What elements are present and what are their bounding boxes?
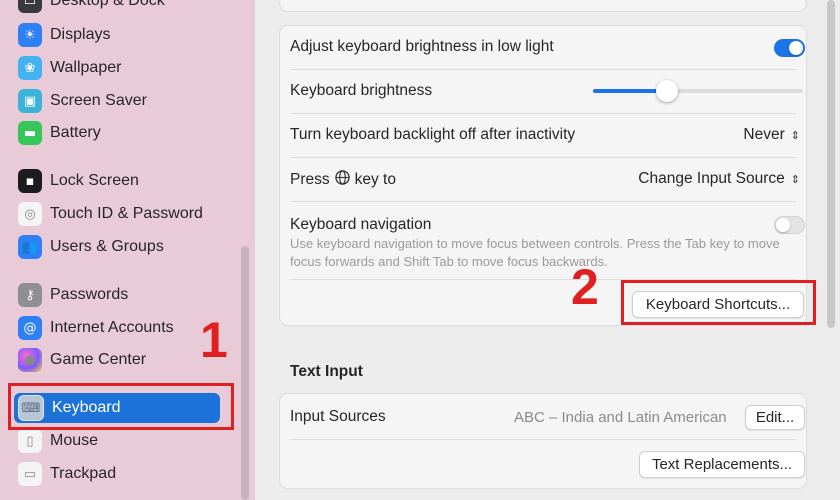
press-key-label: Press key to xyxy=(290,170,396,190)
adjust-brightness-toggle[interactable] xyxy=(774,39,805,57)
sidebar-scrollbar[interactable] xyxy=(241,246,249,500)
passwords-icon: ⚷ xyxy=(18,283,42,307)
keyboard-brightness-label: Keyboard brightness xyxy=(290,82,433,99)
sidebar-item-displays[interactable]: ☀ Displays xyxy=(18,20,228,50)
internet-accounts-icon: @ xyxy=(18,316,42,340)
backlight-off-label: Turn keyboard backlight off after inacti… xyxy=(290,126,576,143)
sidebar-item-label: Displays xyxy=(50,26,111,43)
press-key-row: Press key to Change Input Source ⇕ xyxy=(280,158,806,201)
step-1-callout: 1 xyxy=(200,312,228,368)
backlight-off-row: Turn keyboard backlight off after inacti… xyxy=(280,114,806,157)
users-groups-icon: 👥 xyxy=(18,235,42,259)
shortcuts-highlight-box xyxy=(621,280,816,325)
step-2-callout: 2 xyxy=(571,259,599,315)
adjust-brightness-label: Adjust keyboard brightness in low light xyxy=(290,38,554,55)
lock-screen-icon: ▪ xyxy=(18,169,42,193)
touch-id-icon: ◎ xyxy=(18,202,42,226)
sidebar-item-label: Game Center xyxy=(50,351,147,368)
sidebar-item-internet-accounts[interactable]: @ Internet Accounts xyxy=(18,313,228,343)
adjust-brightness-row: Adjust keyboard brightness in low light xyxy=(280,26,806,69)
sidebar-item-label: Touch ID & Password xyxy=(50,205,203,222)
sidebar-item-game-center[interactable]: ● Game Center xyxy=(18,345,228,375)
divider xyxy=(290,439,796,440)
sidebar-item-label: Lock Screen xyxy=(50,172,139,189)
sidebar-item-label: Passwords xyxy=(50,286,129,303)
up-down-chevron-icon: ⇕ xyxy=(790,128,800,142)
desktop-dock-icon: ▭ xyxy=(18,0,42,13)
press-key-popup[interactable]: Change Input Source ⇕ xyxy=(638,170,800,188)
globe-icon xyxy=(334,170,350,190)
sidebar-item-label: Mouse xyxy=(50,432,99,449)
keyboard-navigation-toggle[interactable] xyxy=(774,216,805,234)
mouse-icon: ▯ xyxy=(18,429,42,453)
screen-saver-icon: ▣ xyxy=(18,89,42,113)
sidebar-item-label: Desktop & Dock xyxy=(50,0,165,9)
battery-icon: ▬ xyxy=(18,121,42,145)
toggle-knob xyxy=(789,41,803,55)
sidebar-item-label: Battery xyxy=(50,124,101,141)
press-key-value: Change Input Source xyxy=(638,170,785,187)
sidebar-item-label: Users & Groups xyxy=(50,238,164,255)
keyboard-brightness-row: Keyboard brightness xyxy=(280,70,806,113)
press-key-prefix: Press xyxy=(290,171,330,188)
sidebar-item-lock-screen[interactable]: ▪ Lock Screen xyxy=(18,166,228,196)
displays-icon: ☀ xyxy=(18,23,42,47)
text-input-section-title: Text Input xyxy=(290,363,363,380)
sidebar-item-label: Trackpad xyxy=(50,465,117,482)
keyboard-navigation-label: Keyboard navigation xyxy=(290,216,432,233)
keyboard-navigation-row: Keyboard navigation Use keyboard navigat… xyxy=(280,202,806,280)
sidebar-item-battery[interactable]: ▬ Battery xyxy=(18,118,228,148)
previous-group-edge xyxy=(279,0,807,12)
toggle-knob xyxy=(776,218,790,232)
game-center-icon: ● xyxy=(18,348,42,372)
keyboard-settings-pane: Adjust keyboard brightness in low light … xyxy=(255,0,840,500)
sidebar-item-passwords[interactable]: ⚷ Passwords xyxy=(18,280,228,310)
press-key-suffix: key to xyxy=(354,171,396,188)
backlight-off-popup[interactable]: Never ⇕ xyxy=(743,126,800,144)
trackpad-icon: ▭ xyxy=(18,462,42,486)
input-sources-label: Input Sources xyxy=(290,408,386,425)
sidebar-item-touch-id-password[interactable]: ◎ Touch ID & Password xyxy=(18,199,228,229)
up-down-chevron-icon: ⇕ xyxy=(790,172,800,186)
sidebar-item-label: Internet Accounts xyxy=(50,319,174,336)
sidebar-item-desktop-dock[interactable]: ▭ Desktop & Dock xyxy=(18,0,228,16)
brightness-slider-knob[interactable] xyxy=(655,80,678,102)
sidebar-item-users-groups[interactable]: 👥 Users & Groups xyxy=(18,232,228,262)
sidebar-item-label: Screen Saver xyxy=(50,92,147,109)
edit-input-sources-button[interactable]: Edit... xyxy=(745,405,805,430)
wallpaper-icon: ❀ xyxy=(18,56,42,80)
backlight-off-value: Never xyxy=(743,126,785,143)
sidebar-item-wallpaper[interactable]: ❀ Wallpaper xyxy=(18,53,228,83)
input-sources-value: ABC – India and Latin American xyxy=(514,409,727,426)
sidebar-item-screen-saver[interactable]: ▣ Screen Saver xyxy=(18,86,228,116)
sidebar-item-mouse[interactable]: ▯ Mouse xyxy=(18,426,228,456)
main-scrollbar[interactable] xyxy=(827,0,835,328)
input-sources-row: Input Sources ABC – India and Latin Amer… xyxy=(280,394,806,439)
sidebar-item-label: Wallpaper xyxy=(50,59,122,76)
text-input-group: Input Sources ABC – India and Latin Amer… xyxy=(279,393,807,489)
text-replacements-button[interactable]: Text Replacements... xyxy=(639,451,805,478)
keyboard-navigation-description: Use keyboard navigation to move focus be… xyxy=(290,236,780,269)
keyboard-highlight-box xyxy=(8,383,234,430)
sidebar-item-trackpad[interactable]: ▭ Trackpad xyxy=(18,459,228,489)
